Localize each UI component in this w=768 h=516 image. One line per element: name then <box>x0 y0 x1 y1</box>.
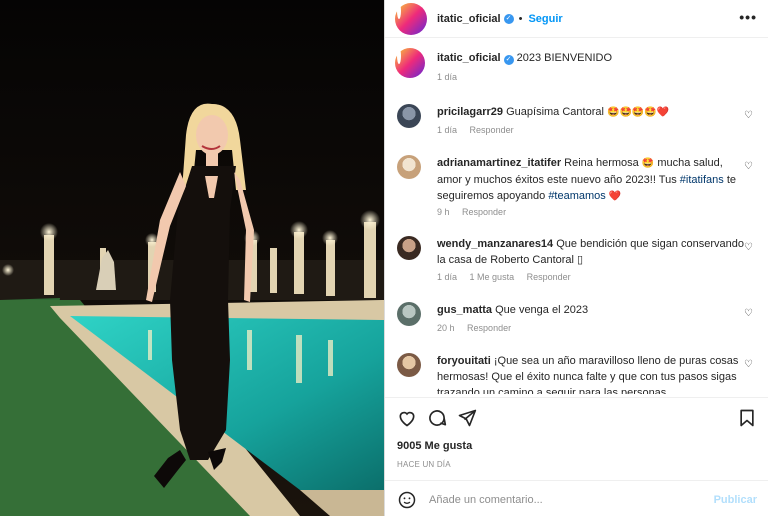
comment-emoji: 🤩 <box>641 158 655 169</box>
smiley-icon[interactable] <box>397 490 417 510</box>
comment-emoji: 🤩🤩🤩🤩❤️ <box>607 107 670 118</box>
caption-time: 1 día <box>437 72 458 82</box>
caption: itatic_oficial ✓ 2023 BIENVENIDO 1 día <box>395 48 759 90</box>
verified-badge-icon: ✓ <box>503 55 514 65</box>
comment-username[interactable]: adrianamartinez_itatifer <box>437 157 561 169</box>
author-username[interactable]: itatic_oficial <box>437 13 501 25</box>
comment-username[interactable]: pricilagarr29 <box>437 106 503 118</box>
comment-time: 20 h <box>437 323 455 333</box>
like-comment-heart-icon[interactable]: ♡ <box>744 242 753 253</box>
post-image <box>0 0 384 516</box>
post-timestamp: HACE UN DÍA <box>397 460 451 469</box>
comment-text: Reina hermosa <box>564 157 639 169</box>
reply-button[interactable]: Responder <box>467 323 511 333</box>
like-comment-heart-icon[interactable]: ♡ <box>744 110 753 121</box>
bookmark-icon[interactable] <box>737 408 757 428</box>
commenter-avatar[interactable] <box>397 236 421 260</box>
comment-time: 1 día <box>437 272 458 282</box>
comment-username[interactable]: foryouitati <box>437 355 491 367</box>
post-photo[interactable] <box>0 0 384 516</box>
author-avatar[interactable] <box>395 2 427 35</box>
reply-button[interactable]: Responder <box>470 125 514 135</box>
more-options-icon[interactable]: ••• <box>739 9 757 25</box>
comment-text: Guapísima Cantoral <box>506 106 604 118</box>
comment-item: foryouitati ¡Que sea un año maravilloso … <box>397 353 759 394</box>
comment-icon[interactable] <box>427 408 447 428</box>
caption-username[interactable]: itatic_oficial <box>437 52 501 64</box>
like-comment-heart-icon[interactable]: ♡ <box>744 161 753 172</box>
caption-text: 2023 BIENVENIDO <box>516 52 613 64</box>
comments-list[interactable]: itatic_oficial ✓ 2023 BIENVENIDO 1 día pr… <box>385 40 768 394</box>
publish-button[interactable]: Publicar <box>714 494 757 506</box>
comment-likes[interactable]: 1 Me gusta <box>470 272 515 282</box>
comment-time: 1 día <box>437 125 458 135</box>
comment-item: wendy_manzanares14 Que bendición que sig… <box>397 236 759 286</box>
comment-input[interactable] <box>429 493 714 506</box>
post-actions: 9005 Me gusta HACE UN DÍA Publicar <box>385 397 768 516</box>
comment-item: pricilagarr29 Guapísima Cantoral 🤩🤩🤩🤩❤️ … <box>397 104 759 138</box>
instagram-post-modal: itatic_oficial ✓ • Seguir ••• itatic_ofi… <box>0 0 768 516</box>
reply-button[interactable]: Responder <box>462 207 506 217</box>
share-icon[interactable] <box>457 408 477 428</box>
commenter-avatar[interactable] <box>397 104 421 128</box>
post-side-panel: itatic_oficial ✓ • Seguir ••• itatic_ofi… <box>384 0 768 516</box>
commenter-avatar[interactable] <box>397 302 421 326</box>
comment-username[interactable]: wendy_manzanares14 <box>437 238 553 250</box>
reply-button[interactable]: Responder <box>527 272 571 282</box>
post-header: itatic_oficial ✓ • Seguir ••• <box>385 0 768 38</box>
comment-item: adrianamartinez_itatifer Reina hermosa 🤩… <box>397 155 759 221</box>
commenter-avatar[interactable] <box>397 155 421 179</box>
comment-item: gus_matta Que venga el 2023 20 h Respond… <box>397 302 759 336</box>
likes-count[interactable]: 9005 Me gusta <box>397 440 472 452</box>
like-heart-icon[interactable] <box>397 408 417 428</box>
like-comment-heart-icon[interactable]: ♡ <box>744 359 753 370</box>
commenter-avatar[interactable] <box>397 353 421 377</box>
header-separator: • <box>518 12 523 25</box>
caption-avatar[interactable] <box>395 48 425 78</box>
comment-emoji: ❤️ <box>608 191 622 202</box>
comment-time: 9 h <box>437 207 450 217</box>
hashtag-link[interactable]: #teamamos <box>548 190 605 202</box>
follow-button[interactable]: Seguir <box>528 13 562 25</box>
like-comment-heart-icon[interactable]: ♡ <box>744 308 753 319</box>
comment-text: Que venga el 2023 <box>495 304 589 316</box>
hashtag-link[interactable]: #itatifans <box>680 174 724 186</box>
comment-composer: Publicar <box>385 480 768 516</box>
comment-username[interactable]: gus_matta <box>437 304 492 316</box>
verified-badge-icon: ✓ <box>503 13 514 24</box>
